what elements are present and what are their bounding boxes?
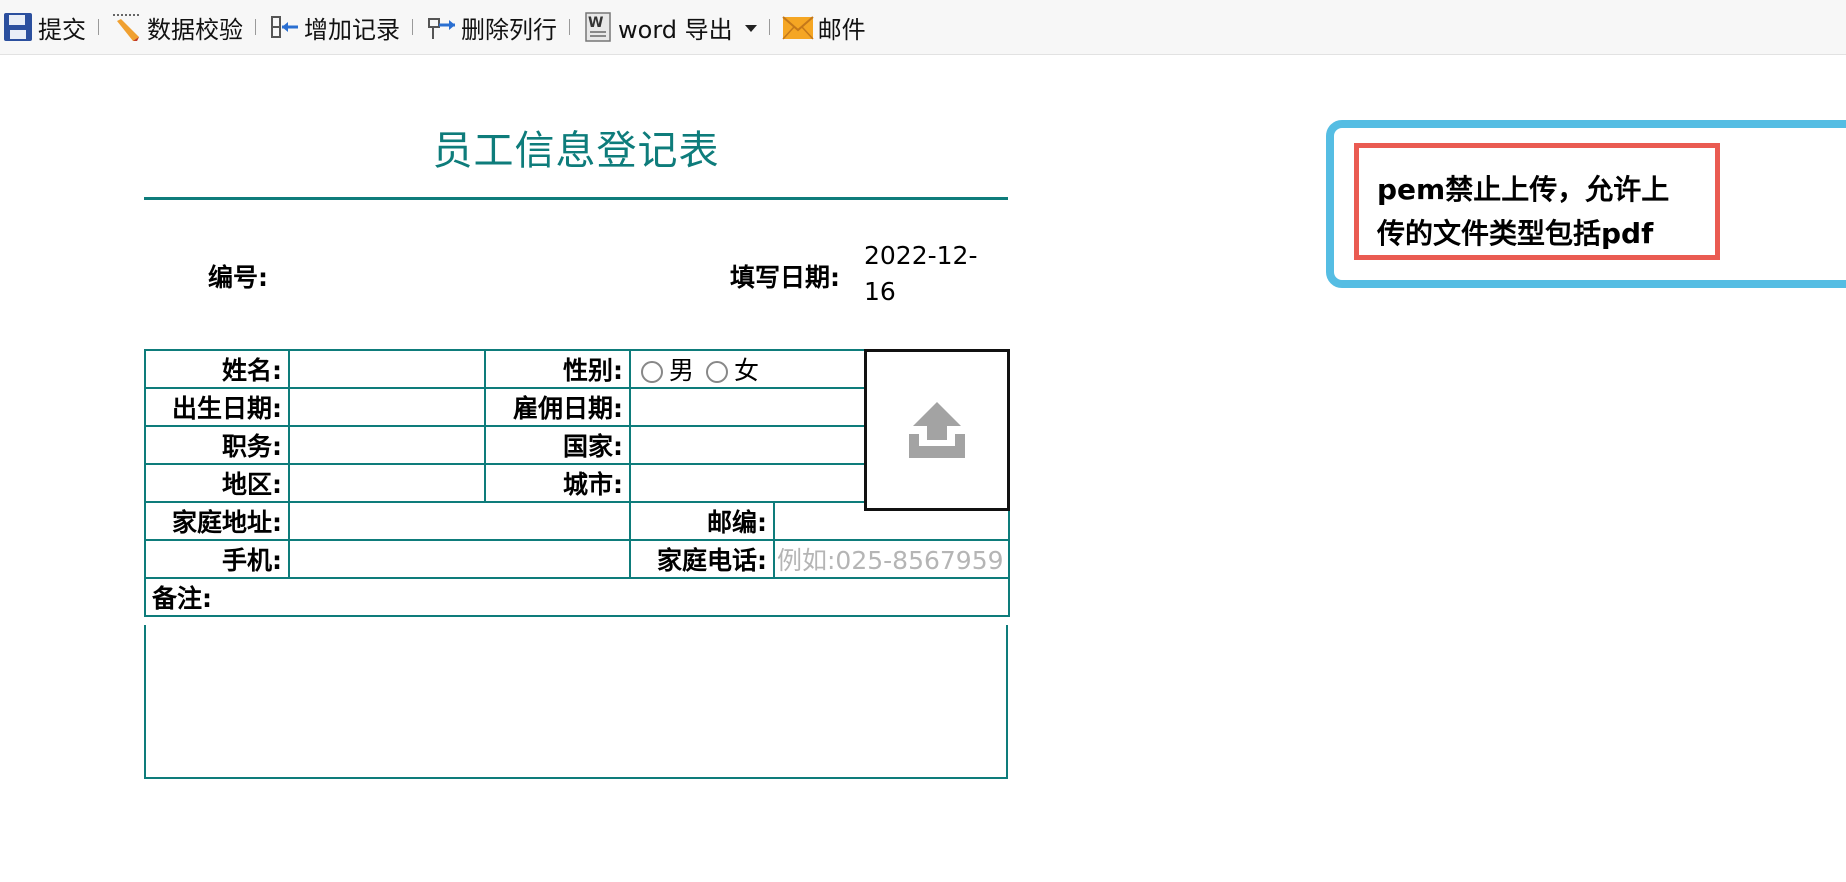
photo-upload-button[interactable]: [864, 349, 1010, 511]
mail-button[interactable]: 邮件: [781, 0, 866, 54]
word-document-icon: W: [582, 11, 614, 43]
notes-textarea[interactable]: [144, 625, 1008, 779]
country-label: 国家:: [484, 425, 631, 465]
address-label: 家庭地址:: [144, 501, 290, 541]
region-label: 地区:: [144, 463, 290, 503]
number-label: 编号:: [208, 263, 268, 292]
save-icon: [2, 11, 34, 43]
table-row: 备注:: [143, 577, 1011, 617]
add-row-icon: [268, 11, 300, 43]
notes-label: 备注:: [143, 577, 1011, 617]
envelope-icon: [781, 11, 814, 43]
submit-button[interactable]: 提交: [2, 0, 86, 54]
chevron-down-icon: [744, 25, 757, 32]
delete-row-button[interactable]: 删除列行: [425, 0, 557, 54]
word-export-label: word 导出: [618, 15, 733, 44]
gender-male-label: 男: [669, 356, 695, 385]
home-phone-label: 家庭电话:: [629, 539, 775, 579]
gender-male-radio[interactable]: [641, 361, 663, 383]
gender-female-radio[interactable]: [705, 361, 728, 383]
table-row: 手机: 家庭电话: 例如:025-8567959: [144, 539, 1011, 579]
fill-date-label: 填写日期:: [730, 263, 840, 292]
word-export-dropdown[interactable]: W word 导出: [582, 0, 757, 54]
form-title: 员工信息登记表: [432, 128, 720, 174]
add-record-label: 增加记录: [304, 15, 400, 44]
toolbar-divider: [98, 19, 99, 35]
hire-date-label: 雇佣日期:: [484, 387, 631, 427]
home-phone-placeholder: 例如:025-8567959: [777, 546, 1004, 575]
birth-date-label: 出生日期:: [144, 387, 290, 427]
add-record-button[interactable]: 增加记录: [268, 0, 400, 54]
fill-date-value[interactable]: 2022-12- 16: [864, 238, 977, 310]
pencil-check-icon: [111, 11, 143, 43]
birth-date-field[interactable]: [288, 387, 486, 427]
home-phone-field[interactable]: 例如:025-8567959: [772, 539, 1011, 579]
validate-button[interactable]: 数据校验: [111, 0, 243, 54]
gender-female-label: 女: [733, 356, 759, 385]
toolbar-divider: [255, 19, 256, 35]
annotation-text: pem禁止上传，允许上 传的文件类型包括pdf: [1354, 143, 1720, 260]
city-label: 城市:: [484, 463, 631, 503]
mobile-label: 手机:: [144, 539, 290, 579]
delete-row-label: 删除列行: [461, 15, 557, 44]
toolbar-divider: [412, 19, 413, 35]
submit-label: 提交: [38, 15, 86, 44]
mail-label: 邮件: [817, 15, 866, 44]
position-label: 职务:: [144, 425, 290, 465]
toolbar-divider: [569, 19, 570, 35]
toolbar: 提交 数据校验 增加记录 删除列行 W word 导出 邮件: [0, 0, 1846, 55]
delete-row-icon: [425, 11, 457, 43]
upload-icon: [905, 396, 969, 464]
toolbar-divider: [768, 19, 770, 35]
name-field[interactable]: [288, 349, 486, 389]
name-label: 姓名:: [144, 349, 290, 389]
region-field[interactable]: [288, 463, 486, 503]
gender-label: 性别:: [484, 349, 631, 389]
zip-label: 邮编:: [629, 501, 775, 541]
mobile-field[interactable]: [288, 539, 631, 579]
address-field[interactable]: [288, 501, 631, 541]
svg-text:W: W: [588, 15, 603, 31]
title-divider: [144, 197, 1008, 200]
position-field[interactable]: [288, 425, 486, 465]
validate-label: 数据校验: [147, 15, 243, 44]
